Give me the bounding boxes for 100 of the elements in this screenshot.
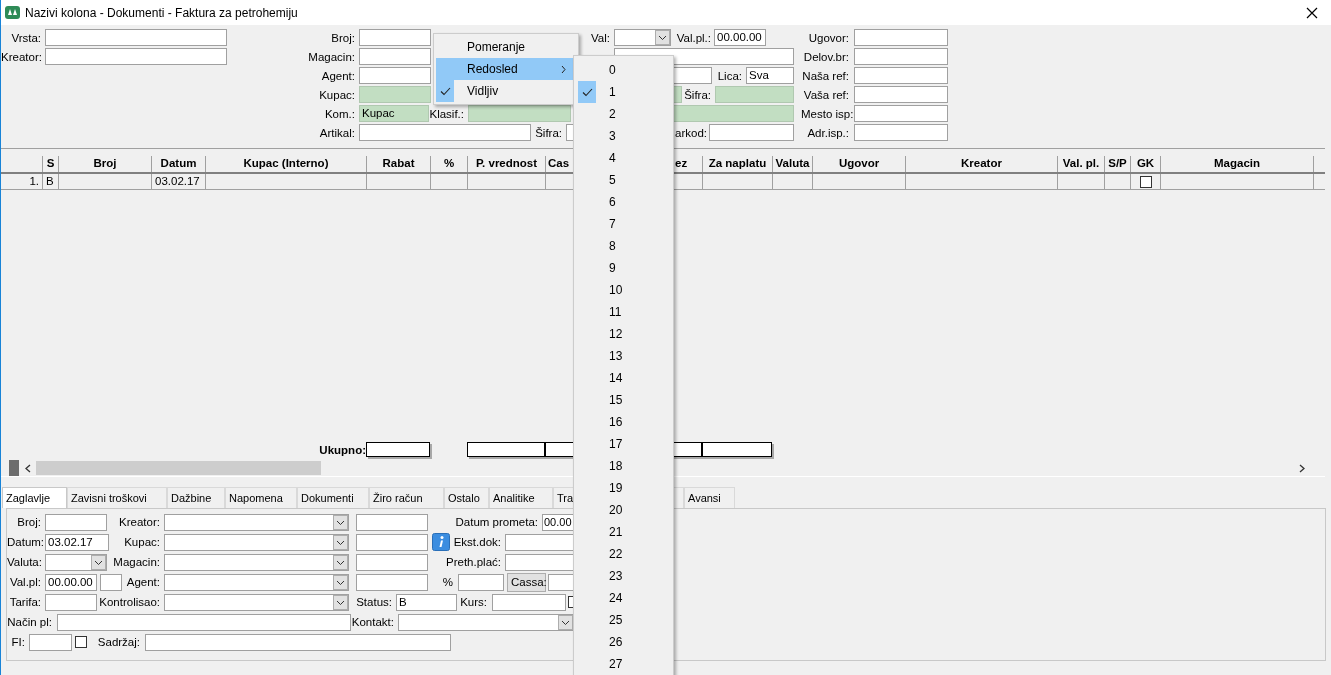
dropdown[interactable] bbox=[398, 613, 574, 631]
input-field[interactable] bbox=[359, 29, 431, 46]
tab[interactable]: Žiro račun bbox=[369, 487, 444, 508]
dropdown[interactable] bbox=[45, 553, 107, 571]
input-field[interactable] bbox=[29, 633, 72, 651]
tab[interactable]: Avansi bbox=[684, 487, 735, 508]
input-field[interactable]: Kupac bbox=[359, 105, 429, 122]
menu-item[interactable]: 8 bbox=[576, 235, 671, 257]
menu-item[interactable]: 9 bbox=[576, 257, 671, 279]
dropdown[interactable] bbox=[164, 593, 349, 611]
menu-item[interactable]: 24 bbox=[576, 587, 671, 609]
menu-item[interactable]: 1 bbox=[576, 81, 671, 103]
tab[interactable]: Napomena bbox=[225, 487, 297, 508]
tab[interactable]: Zaglavlje bbox=[2, 487, 67, 508]
menu-item[interactable]: 2 bbox=[576, 103, 671, 125]
column-header[interactable]: S/P bbox=[1105, 156, 1131, 172]
column-header[interactable]: Broj bbox=[59, 156, 152, 172]
column-header[interactable]: Kupac (Interno) bbox=[206, 156, 367, 172]
menu-item[interactable]: 15 bbox=[576, 389, 671, 411]
menu-item[interactable]: 7 bbox=[576, 213, 671, 235]
input-field[interactable] bbox=[854, 67, 948, 84]
input-field[interactable] bbox=[505, 533, 575, 551]
column-header[interactable]: Datum bbox=[152, 156, 206, 172]
input-field[interactable] bbox=[356, 553, 428, 571]
column-header[interactable]: Magacin bbox=[1161, 156, 1314, 172]
input-field[interactable] bbox=[356, 573, 428, 591]
column-header[interactable]: S bbox=[43, 156, 59, 172]
input-field[interactable] bbox=[45, 593, 97, 611]
column-header[interactable]: Rabat bbox=[367, 156, 431, 172]
menu-item[interactable]: 14 bbox=[576, 367, 671, 389]
input-field[interactable] bbox=[100, 573, 122, 591]
menu-item[interactable]: 6 bbox=[576, 191, 671, 213]
close-icon[interactable] bbox=[1306, 6, 1318, 19]
input-field[interactable] bbox=[709, 124, 794, 141]
input-field[interactable] bbox=[359, 124, 531, 141]
tab[interactable]: Dažbine bbox=[167, 487, 225, 508]
column-header[interactable]: Za naplatu bbox=[703, 156, 773, 172]
cassa-button[interactable]: Cassa: bbox=[507, 572, 546, 592]
tab[interactable]: Zavisni troškovi bbox=[67, 487, 167, 508]
info-icon[interactable] bbox=[432, 533, 450, 551]
input-field[interactable] bbox=[57, 613, 351, 631]
menu-item[interactable]: 17 bbox=[576, 433, 671, 455]
menu-item[interactable]: 3 bbox=[576, 125, 671, 147]
dropdown[interactable] bbox=[164, 553, 349, 571]
input-field[interactable] bbox=[45, 513, 107, 531]
input-field[interactable] bbox=[715, 86, 794, 103]
menu-item[interactable]: 23 bbox=[576, 565, 671, 587]
input-field[interactable] bbox=[359, 86, 431, 103]
input-field[interactable] bbox=[356, 533, 428, 551]
column-header[interactable]: % bbox=[431, 156, 468, 172]
column-header[interactable]: GK bbox=[1131, 156, 1161, 172]
tab[interactable]: Dokumenti bbox=[297, 487, 369, 508]
menu-item[interactable]: 18 bbox=[576, 455, 671, 477]
input-field[interactable]: 00.00.00 bbox=[45, 573, 97, 591]
menu-item[interactable]: 0 bbox=[576, 59, 671, 81]
column-header[interactable]: Kreator bbox=[906, 156, 1058, 172]
input-field[interactable] bbox=[468, 105, 571, 122]
menu-item[interactable]: 10 bbox=[576, 279, 671, 301]
menu-item[interactable]: Redosled bbox=[436, 58, 576, 80]
input-field[interactable]: Sva bbox=[746, 67, 794, 84]
input-field[interactable] bbox=[458, 573, 504, 591]
input-field[interactable] bbox=[492, 593, 566, 611]
menu-item[interactable]: 16 bbox=[576, 411, 671, 433]
dropdown[interactable] bbox=[614, 29, 671, 46]
menu-item[interactable]: 4 bbox=[576, 147, 671, 169]
tab[interactable]: Analitike bbox=[489, 487, 553, 508]
tab[interactable]: Ostalo bbox=[444, 487, 489, 508]
menu-item[interactable]: 27 bbox=[576, 653, 671, 675]
input-field[interactable]: B bbox=[396, 593, 457, 611]
scroll-right-icon[interactable] bbox=[1299, 463, 1305, 473]
input-field[interactable]: 00.00.00 bbox=[714, 29, 766, 46]
input-field[interactable] bbox=[854, 124, 948, 141]
checkbox[interactable] bbox=[1139, 175, 1152, 188]
input-field[interactable] bbox=[854, 86, 948, 103]
checkbox[interactable] bbox=[75, 636, 87, 648]
column-header[interactable]: Val. pl. bbox=[1058, 156, 1105, 172]
menu-item[interactable]: 12 bbox=[576, 323, 671, 345]
dropdown[interactable] bbox=[164, 573, 349, 591]
input-field[interactable] bbox=[356, 513, 428, 531]
input-field[interactable] bbox=[145, 633, 451, 651]
input-field[interactable] bbox=[359, 48, 431, 65]
input-field[interactable] bbox=[359, 67, 431, 84]
dropdown[interactable] bbox=[164, 533, 349, 551]
menu-item[interactable]: 25 bbox=[576, 609, 671, 631]
column-header[interactable]: P. vrednost bbox=[468, 156, 546, 172]
column-header[interactable]: Ugovor bbox=[813, 156, 906, 172]
dropdown[interactable] bbox=[164, 513, 349, 531]
input-field[interactable] bbox=[854, 29, 948, 46]
menu-item[interactable]: 26 bbox=[576, 631, 671, 653]
scroll-left-icon[interactable] bbox=[25, 463, 31, 473]
input-field[interactable]: 03.02.17 bbox=[45, 533, 109, 551]
input-field[interactable] bbox=[505, 553, 575, 571]
column-header[interactable]: Valuta bbox=[773, 156, 813, 172]
menu-item[interactable]: Pomeranje bbox=[436, 36, 576, 58]
menu-item[interactable]: 13 bbox=[576, 345, 671, 367]
scroll-thumb[interactable] bbox=[36, 461, 321, 475]
menu-item[interactable]: 19 bbox=[576, 477, 671, 499]
input-field[interactable] bbox=[854, 105, 948, 122]
input-field[interactable] bbox=[854, 48, 948, 65]
menu-item[interactable]: 5 bbox=[576, 169, 671, 191]
